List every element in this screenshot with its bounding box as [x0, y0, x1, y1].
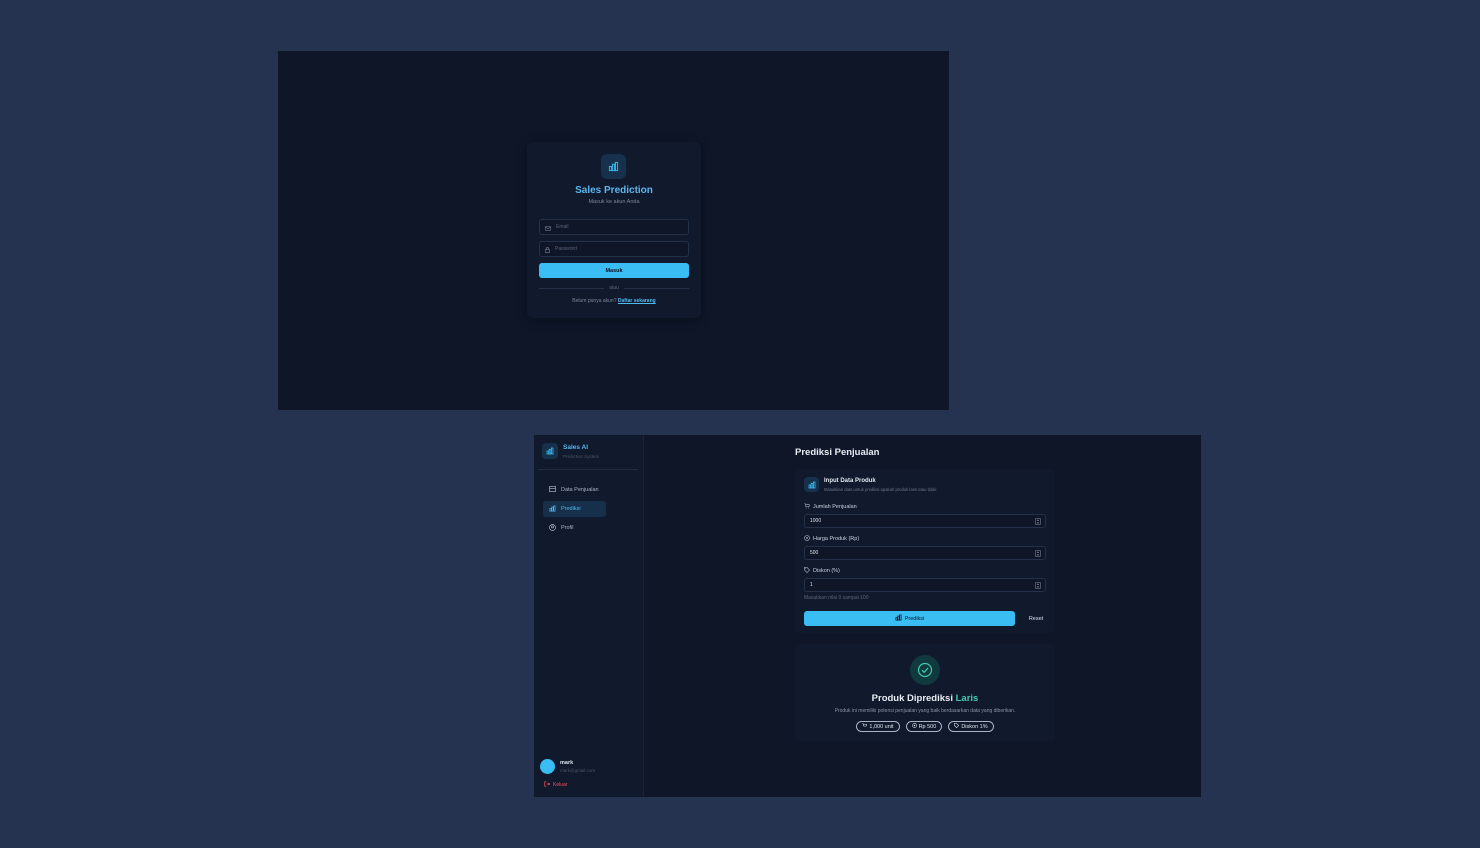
field-label-harga: Harga Produk (Rp)	[804, 535, 859, 543]
result-title: Produk Diprediksi Laris	[795, 693, 1055, 704]
divider: atau	[539, 284, 690, 292]
register-link[interactable]: Daftar sekarang	[618, 298, 656, 304]
predict-button[interactable]: Prediksi	[804, 611, 1015, 626]
register-prompt: Belum punya akun?	[572, 298, 617, 304]
divider-text: atau	[609, 285, 619, 291]
input-form-card: Input Data Produk Masukkan data untuk pr…	[795, 469, 1055, 633]
cart-icon	[862, 723, 868, 730]
badge-price: Rp 500	[905, 721, 943, 732]
sidebar-item-label: Prediksi	[561, 506, 581, 512]
user-circle-icon	[549, 523, 556, 533]
logout-button[interactable]: Keluar	[544, 781, 567, 789]
sidebar-item-label: Profil	[561, 525, 574, 531]
bar-chart-icon	[895, 614, 902, 623]
login-card: Sales Prediction Masuk ke akun Anda Emai…	[527, 142, 701, 318]
app-screen: Sales AI Prediction System Data Penjuala…	[534, 435, 1201, 797]
number-stepper[interactable]: ▲ ▼	[1035, 518, 1041, 525]
sidebar-item-profil[interactable]: Profil	[543, 520, 606, 536]
field-label-text: Jumlah Penjualan	[813, 504, 857, 510]
lock-icon	[545, 240, 550, 258]
number-stepper[interactable]: ▲ ▼	[1035, 582, 1041, 589]
logout-icon	[544, 781, 551, 789]
table-icon	[549, 486, 556, 494]
cart-icon	[804, 503, 810, 511]
field-label-jumlah: Jumlah Penjualan	[804, 503, 857, 511]
badge-units: 1,000 unit	[856, 721, 900, 732]
tag-icon	[804, 567, 810, 575]
result-title-accent: Laris	[955, 693, 979, 704]
password-placeholder: Password	[555, 246, 577, 252]
page-title: Prediksi Penjualan	[795, 447, 880, 458]
result-badges: 1,000 unit Rp 500 Diskon 1%	[795, 721, 1055, 732]
field-label-diskon: Diskon (%)	[804, 567, 840, 575]
diskon-input[interactable]: 1 ▲ ▼	[804, 578, 1046, 592]
check-circle-icon	[910, 655, 940, 685]
logout-label: Keluar	[553, 782, 568, 788]
login-title: Sales Prediction	[575, 185, 653, 196]
bar-chart-icon	[804, 477, 819, 492]
result-description: Produk ini memiliki potensi penjualan ya…	[834, 708, 1016, 714]
number-stepper[interactable]: ▲ ▼	[1035, 550, 1041, 557]
predict-button-label: Prediksi	[904, 615, 925, 622]
avatar[interactable]	[540, 759, 555, 774]
form-title: Input Data Produk	[824, 478, 876, 484]
badge-label: Rp 500	[918, 723, 937, 730]
login-screen: Sales Prediction Masuk ke akun Anda Emai…	[278, 51, 949, 410]
password-field[interactable]: Password	[539, 241, 689, 257]
user-name: mark	[560, 760, 574, 766]
tag-icon	[954, 723, 960, 730]
input-value: 1000	[810, 518, 822, 524]
badge-discount: Diskon 1%	[948, 721, 994, 732]
email-placeholder: Email	[556, 224, 569, 230]
mail-icon	[545, 218, 551, 236]
login-subtitle: Masuk ke akun Anda	[588, 199, 640, 205]
sidebar: Sales AI Prediction System Data Penjuala…	[534, 435, 644, 797]
field-label-text: Diskon (%)	[813, 568, 840, 574]
user-email: mark@gmail.com	[560, 768, 596, 773]
result-title-prefix: Produk Diprediksi	[871, 693, 953, 704]
input-value: 500	[810, 550, 819, 556]
harga-produk-input[interactable]: 500 ▲ ▼	[804, 546, 1046, 560]
coin-icon	[804, 535, 810, 543]
brand-name: Sales AI	[563, 444, 589, 451]
divider-line	[539, 287, 605, 289]
sidebar-divider	[538, 469, 638, 470]
jumlah-penjualan-input[interactable]: 1000 ▲ ▼	[804, 514, 1046, 528]
sidebar-item-label: Data Penjualan	[561, 487, 599, 493]
bar-chart-icon	[549, 505, 556, 514]
diskon-hint: Masukkan nilai 0 sampai 100	[804, 595, 869, 601]
badge-label: Diskon 1%	[961, 723, 988, 730]
form-description: Masukkan data untuk prediksi apakah prod…	[824, 487, 937, 492]
coin-icon	[911, 723, 917, 730]
bar-chart-icon	[542, 443, 558, 459]
email-field[interactable]: Email	[539, 219, 689, 235]
badge-label: 1,000 unit	[869, 723, 894, 730]
sidebar-item-prediksi[interactable]: Prediksi	[543, 501, 606, 517]
reset-button[interactable]: Reset	[1021, 611, 1051, 626]
sidebar-item-data-penjualan[interactable]: Data Penjualan	[543, 482, 606, 498]
bar-chart-icon	[601, 154, 626, 179]
register-row: Belum punya akun? Daftar sekarang	[527, 298, 701, 304]
login-button[interactable]: Masuk	[539, 263, 689, 278]
brand-subtitle: Prediction System	[563, 454, 600, 459]
divider-line	[623, 287, 690, 289]
input-value: 1	[810, 582, 813, 588]
result-card: Produk Diprediksi Laris Produk ini memil…	[795, 644, 1055, 741]
field-label-text: Harga Produk (Rp)	[813, 536, 860, 542]
